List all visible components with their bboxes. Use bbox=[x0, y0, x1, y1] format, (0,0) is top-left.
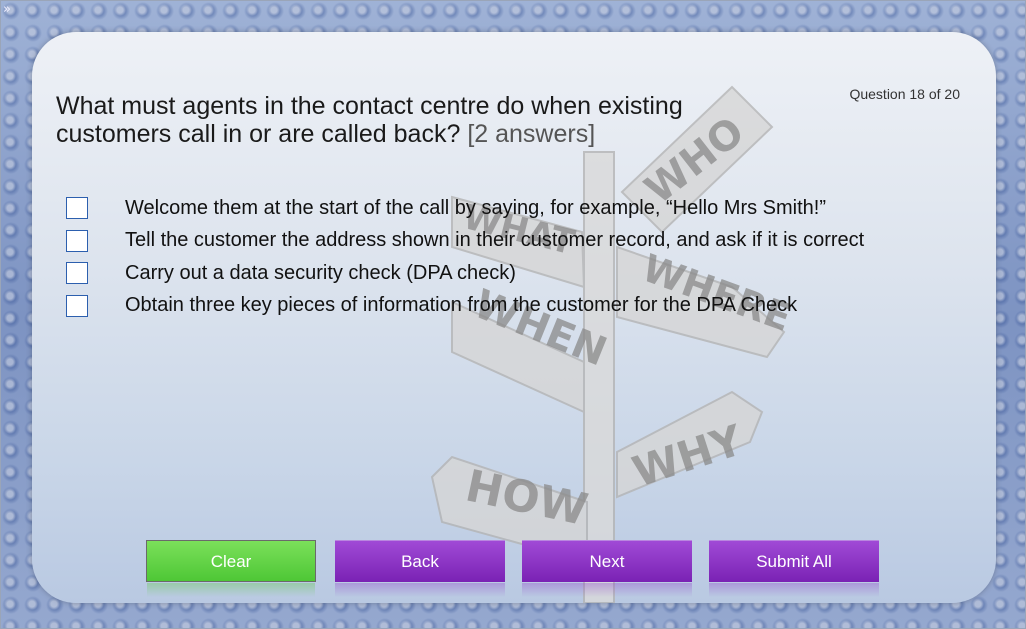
back-button-label: Back bbox=[401, 552, 439, 571]
quiz-card: WHO WHAT WHERE WHEN WHY HOW What must ag… bbox=[32, 32, 996, 603]
submit-all-button-label: Submit All bbox=[756, 552, 832, 571]
option-1[interactable]: Welcome them at the start of the call by… bbox=[66, 192, 864, 225]
submit-all-button[interactable]: Submit All bbox=[709, 540, 879, 597]
option-2[interactable]: Tell the customer the address shown in t… bbox=[66, 225, 864, 258]
expand-menu-icon[interactable]: » bbox=[3, 2, 11, 17]
next-button[interactable]: Next bbox=[522, 540, 692, 597]
back-button-reflection bbox=[335, 583, 505, 597]
option-2-label[interactable]: Tell the customer the address shown in t… bbox=[125, 229, 864, 252]
back-button[interactable]: Back bbox=[335, 540, 505, 597]
option-1-label[interactable]: Welcome them at the start of the call by… bbox=[125, 197, 826, 220]
option-3[interactable]: Carry out a data security check (DPA che… bbox=[66, 257, 864, 290]
option-1-checkbox[interactable] bbox=[66, 197, 88, 220]
option-4-label[interactable]: Obtain three key pieces of information f… bbox=[125, 294, 797, 317]
option-4[interactable]: Obtain three key pieces of information f… bbox=[66, 290, 864, 323]
option-2-checkbox[interactable] bbox=[66, 229, 88, 252]
submit-all-button-reflection bbox=[709, 583, 879, 597]
clear-button-reflection bbox=[147, 583, 315, 597]
answer-options: Welcome them at the start of the call by… bbox=[66, 192, 864, 322]
clear-button[interactable]: Clear bbox=[146, 540, 316, 597]
next-button-label: Next bbox=[589, 552, 625, 571]
next-button-reflection bbox=[522, 583, 692, 597]
question-counter: Question 18 of 20 bbox=[849, 86, 960, 102]
answer-count-hint: [2 answers] bbox=[467, 120, 596, 148]
option-3-label[interactable]: Carry out a data security check (DPA che… bbox=[125, 262, 516, 285]
question-text: What must agents in the contact centre d… bbox=[56, 92, 786, 148]
clear-button-label: Clear bbox=[210, 552, 252, 571]
option-3-checkbox[interactable] bbox=[66, 262, 88, 285]
option-4-checkbox[interactable] bbox=[66, 294, 88, 317]
